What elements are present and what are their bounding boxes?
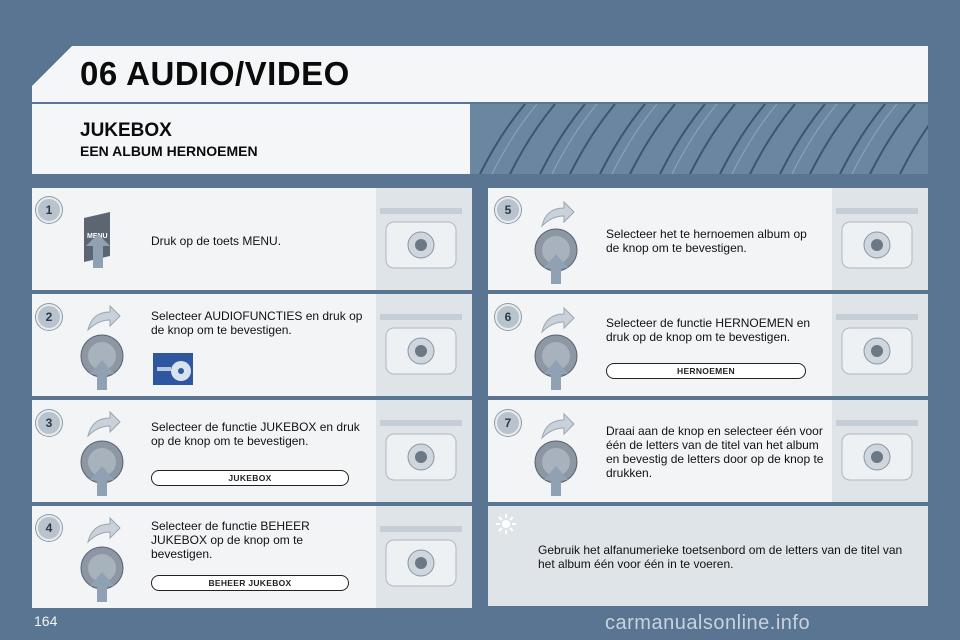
step-number-badge: 2	[36, 304, 62, 330]
step-number-badge: 5	[495, 197, 521, 223]
step-text: Selecteer de functie JUKEBOX en druk op …	[151, 420, 360, 448]
knob-icon	[80, 440, 124, 496]
rotate-arrow-icon	[541, 200, 575, 228]
radio-panel-icon	[380, 208, 462, 269]
menu-option-beheer-jukebox: BEHEER JUKEBOX	[151, 575, 349, 591]
radio-panel-icon	[380, 314, 462, 375]
step-number-badge: 3	[36, 410, 62, 436]
knob-icon	[534, 334, 578, 390]
knob-icon	[534, 440, 578, 496]
step-text: Selecteer AUDIOFUNCTIES en druk op de kn…	[151, 309, 363, 337]
step-text: Selecteer het te hernoemen album op de k…	[606, 227, 807, 255]
step-text: Selecteer de functie BEHEER JUKEBOX op d…	[151, 519, 310, 561]
knob-icon	[534, 228, 578, 284]
rotate-arrow-icon	[541, 306, 575, 334]
tip-text: Gebruik het alfanumerieke toetsenbord om…	[538, 543, 903, 571]
menu-option-jukebox: JUKEBOX	[151, 470, 349, 486]
radio-panel-icon	[380, 420, 462, 481]
knob-icon	[80, 546, 124, 602]
section-subtitle: EEN ALBUM HERNOEMEN	[80, 143, 258, 159]
step-number-badge: 7	[495, 410, 521, 436]
radio-panel-icon	[380, 526, 462, 587]
rotate-arrow-icon	[541, 412, 575, 440]
header-decoration	[470, 104, 928, 174]
step-number-badge: 6	[495, 304, 521, 330]
step-number-badge: 4	[36, 515, 62, 541]
rotate-arrow-icon	[87, 304, 121, 332]
radio-panel-icon	[836, 420, 918, 481]
audio-functions-icon	[153, 353, 193, 385]
page-number: 164	[34, 613, 58, 629]
radio-panel-icon	[836, 208, 918, 269]
step-text: Druk op de toets MENU.	[151, 234, 282, 248]
menu-key-icon: MENU	[84, 212, 110, 268]
rotate-arrow-icon	[87, 410, 121, 438]
menu-option-hernoemen: HERNOEMEN	[606, 363, 806, 379]
rotate-arrow-icon	[87, 516, 121, 544]
step-text: Selecteer de functie HERNOEMEN en druk o…	[606, 316, 811, 344]
watermark: carmanualsonline.info	[605, 612, 811, 634]
chapter-title: 06 AUDIO/VIDEO	[80, 55, 350, 92]
step-number-badge: 1	[36, 197, 62, 223]
radio-panel-icon	[836, 314, 918, 375]
sun-icon	[496, 514, 516, 534]
section-title: JUKEBOX	[80, 120, 172, 141]
step-text: Draai aan de knop en selecteer één voor …	[606, 424, 824, 480]
knob-icon	[80, 334, 124, 390]
